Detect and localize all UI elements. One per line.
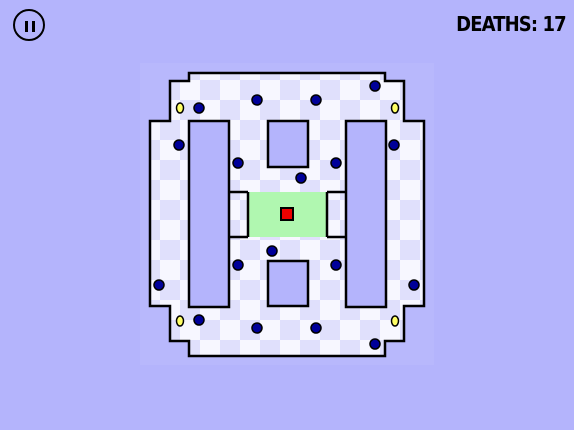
player-square[interactable] (280, 207, 294, 221)
enemy-dot (232, 259, 244, 271)
coin (390, 315, 400, 327)
enemy-dot (330, 259, 342, 271)
enemy-dot (408, 279, 420, 291)
coin (390, 102, 400, 114)
enemy-dot (369, 80, 381, 92)
enemy-dot (173, 139, 185, 151)
enemy-dot (388, 139, 400, 151)
coin (175, 315, 185, 327)
wall-bottom-center (266, 259, 310, 308)
enemy-dot (251, 94, 263, 106)
enemy-dot (369, 338, 381, 350)
wall-top-center (266, 119, 310, 169)
game-board[interactable] (0, 0, 574, 430)
enemy-dot (232, 157, 244, 169)
enemy-dot (295, 172, 307, 184)
enemy-dot (266, 245, 278, 257)
wall-left-column (187, 119, 231, 309)
enemy-dot (193, 314, 205, 326)
enemy-dot (153, 279, 165, 291)
enemy-dot (310, 322, 322, 334)
enemy-dot (310, 94, 322, 106)
enemy-dot (193, 102, 205, 114)
enemy-dot (251, 322, 263, 334)
enemy-dot (330, 157, 342, 169)
coin (175, 102, 185, 114)
wall-right-column (344, 119, 388, 309)
